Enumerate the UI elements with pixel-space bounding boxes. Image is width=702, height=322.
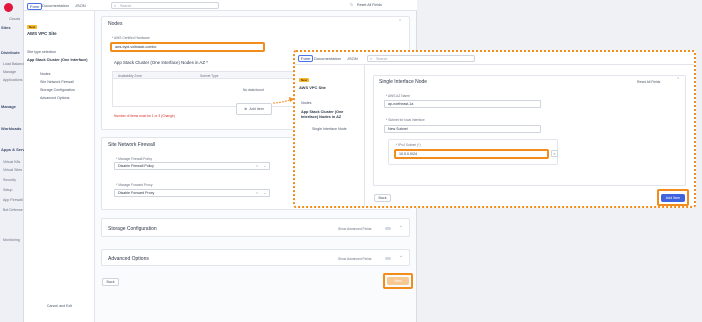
no-data-text: No data found <box>243 88 264 92</box>
popup-topbar: Form Documentation JSON ⌕ Search <box>295 52 694 65</box>
fw-forward-label: * Manage Forward Proxy <box>116 183 153 187</box>
popup-sub-item[interactable]: Single Interface Node <box>312 127 347 131</box>
nav-item-14[interactable]: Bot Defense <box>3 208 23 212</box>
clear-icon[interactable]: × <box>256 190 258 195</box>
col-subnet: Subnet Type <box>200 74 219 78</box>
storage-title: Storage Configuration <box>108 226 157 232</box>
search-input[interactable]: ⌕ Search <box>111 2 219 9</box>
plus-icon: ⊕ <box>244 107 248 111</box>
popup-nodes-label[interactable]: Nodes <box>301 101 311 105</box>
reset-all-fields[interactable]: Reset All Fields <box>357 3 382 7</box>
left-nav: Clouds Sites Distribute Load Balancing M… <box>0 0 33 322</box>
nav-item-13[interactable]: App Firewall <box>3 198 23 202</box>
popup-add-button[interactable]: Add Item <box>661 194 685 202</box>
popup-ipv4-label: * IPv4 Subnet (*) <box>396 143 421 147</box>
nav-item-4[interactable]: Manage <box>3 70 16 74</box>
popup-tab-documentation[interactable]: Documentation <box>314 56 341 61</box>
add-item-button[interactable]: ⊕ Add Item <box>236 103 272 115</box>
aws-cert-select[interactable]: aws-byol-voltstack-combo <box>110 42 265 52</box>
sidebar-item-firewall[interactable]: Site Network Firewall <box>40 80 74 84</box>
nav-item-5[interactable]: Applications <box>3 78 22 82</box>
nav-item-0[interactable]: Clouds <box>9 17 20 21</box>
popup-ipv4-input[interactable]: 10.0.0.0/24 <box>394 149 549 159</box>
refresh-icon: ↻ <box>350 2 354 7</box>
popup-ipv4-group: * IPv4 Subnet (*) 10.0.0.0/24 × <box>388 139 558 165</box>
popup-add-highlight: Add Item <box>657 189 689 206</box>
col-az: Availability Zone <box>118 74 142 78</box>
nav-item-11[interactable]: Security <box>3 178 16 182</box>
nav-item-9[interactable]: Virtual K8s <box>3 160 20 164</box>
show-advanced-toggle[interactable] <box>385 227 391 230</box>
sidebar-item-advanced[interactable]: Advanced Options <box>40 96 69 100</box>
sidebar-item-nodes[interactable]: Nodes <box>40 72 50 76</box>
pointer-arrow <box>272 97 294 104</box>
storage-card: Storage Configuration Show Advanced Fiel… <box>101 218 410 237</box>
search-icon: ⌕ <box>114 3 117 8</box>
back-button[interactable]: Back <box>102 278 119 286</box>
tab-json[interactable]: JSON <box>75 3 86 8</box>
popup-tab-form[interactable]: Form <box>298 55 314 62</box>
dropdown-icon[interactable]: ⌄ <box>263 163 266 168</box>
popup-subnet-select[interactable]: New Subnet <box>384 125 541 133</box>
popup-back-button[interactable]: Back <box>374 194 391 202</box>
top-bar: Form Documentation JSON ⌕ Search ↻ Reset… <box>24 0 417 11</box>
popup-search-input[interactable]: ⌕ Search <box>367 55 475 62</box>
nodes-title: Nodes <box>108 21 123 27</box>
popup-az-select[interactable]: ap-northeast-1a <box>384 100 541 108</box>
popup-reset-all-fields[interactable]: Reset All Fields <box>637 80 660 84</box>
f5-logo <box>4 3 13 12</box>
next-button[interactable]: Next <box>387 277 409 285</box>
dropdown-icon[interactable]: ⌄ <box>263 190 266 195</box>
popup-site-title: AWS VPC Site <box>299 85 326 90</box>
site-title: AWS VPC Site <box>27 31 57 36</box>
collapse-icon[interactable]: ⌃ <box>676 77 680 83</box>
popup-az-label: * AWS AZ Name <box>386 94 411 98</box>
popup-single-node-card: Single Interface Node Reset All Fields ⌃… <box>373 75 686 186</box>
nav-item-15[interactable]: Monitoring <box>3 238 20 242</box>
aws-cert-label: * AWS Certified Hardware <box>112 36 150 40</box>
fw-policy-label: * Manage Firewall Policy <box>116 157 153 161</box>
sidebar-site-type[interactable]: Site type selection <box>27 50 56 54</box>
popup-new-badge: New <box>299 78 310 82</box>
show-advanced-label: Show Advanced Fields <box>338 227 372 231</box>
cluster-title: App Stack Cluster (One Interface) Nodes … <box>114 60 208 65</box>
advanced-title: Advanced Options <box>108 256 149 262</box>
show-advanced-toggle[interactable] <box>385 257 391 260</box>
popup-search-placeholder: Search <box>376 57 388 61</box>
new-badge: New <box>27 25 38 29</box>
tab-documentation[interactable]: Documentation <box>42 3 69 8</box>
sidebar-item-storage[interactable]: Storage Configuration <box>40 88 75 92</box>
popup-subnet-label: * Subnet for local interface <box>386 118 425 122</box>
expand-icon[interactable]: ⌄ <box>399 223 403 229</box>
zoomed-popup: Form Documentation JSON ⌕ Search New AWS… <box>293 50 696 208</box>
popup-section-title: Single Interface Node <box>379 79 428 85</box>
cancel-exit-button[interactable]: Cancel and Exit <box>32 302 87 309</box>
sidebar-group[interactable]: App Stack Cluster (One Interface) <box>27 58 89 63</box>
tab-form[interactable]: Form <box>27 3 43 10</box>
nav-item-12[interactable]: Setup <box>3 188 12 192</box>
fw-policy-select[interactable]: Disable Firewall Policy <box>114 162 270 170</box>
nav-item-2[interactable]: Distribute <box>1 50 20 55</box>
next-highlight: Next <box>383 273 413 289</box>
clear-icon[interactable]: × <box>551 150 558 157</box>
nav-item-1[interactable]: Sites <box>1 25 11 30</box>
nav-item-6[interactable]: Manage <box>1 104 16 109</box>
expand-icon[interactable]: ⌄ <box>399 253 403 259</box>
collapse-icon[interactable]: ⌃ <box>398 19 402 25</box>
show-advanced-label: Show Advanced Fields <box>338 257 372 261</box>
add-item-label: Add Item <box>249 107 264 111</box>
nav-item-10[interactable]: Virtual Sites <box>3 168 22 172</box>
form-sidebar: New AWS VPC Site Site type selection App… <box>24 11 95 322</box>
search-placeholder: Search <box>120 4 132 8</box>
fw-forward-select[interactable]: Disable Forward Proxy <box>114 189 270 197</box>
nodes-warning: Number of items must be 1 or 3 (Change) <box>114 114 175 118</box>
popup-group[interactable]: App Stack Cluster (One Interface) Nodes … <box>301 110 361 120</box>
search-icon: ⌕ <box>370 56 373 61</box>
firewall-title: Site Network Firewall <box>108 142 155 148</box>
clear-icon[interactable]: × <box>256 163 258 168</box>
advanced-card: Advanced Options Show Advanced Fields ⌄ <box>101 249 410 266</box>
nav-item-7[interactable]: Workloads <box>1 126 21 131</box>
popup-sidebar: New AWS VPC Site Nodes App Stack Cluster… <box>295 65 365 206</box>
popup-tab-json[interactable]: JSON <box>347 56 358 61</box>
